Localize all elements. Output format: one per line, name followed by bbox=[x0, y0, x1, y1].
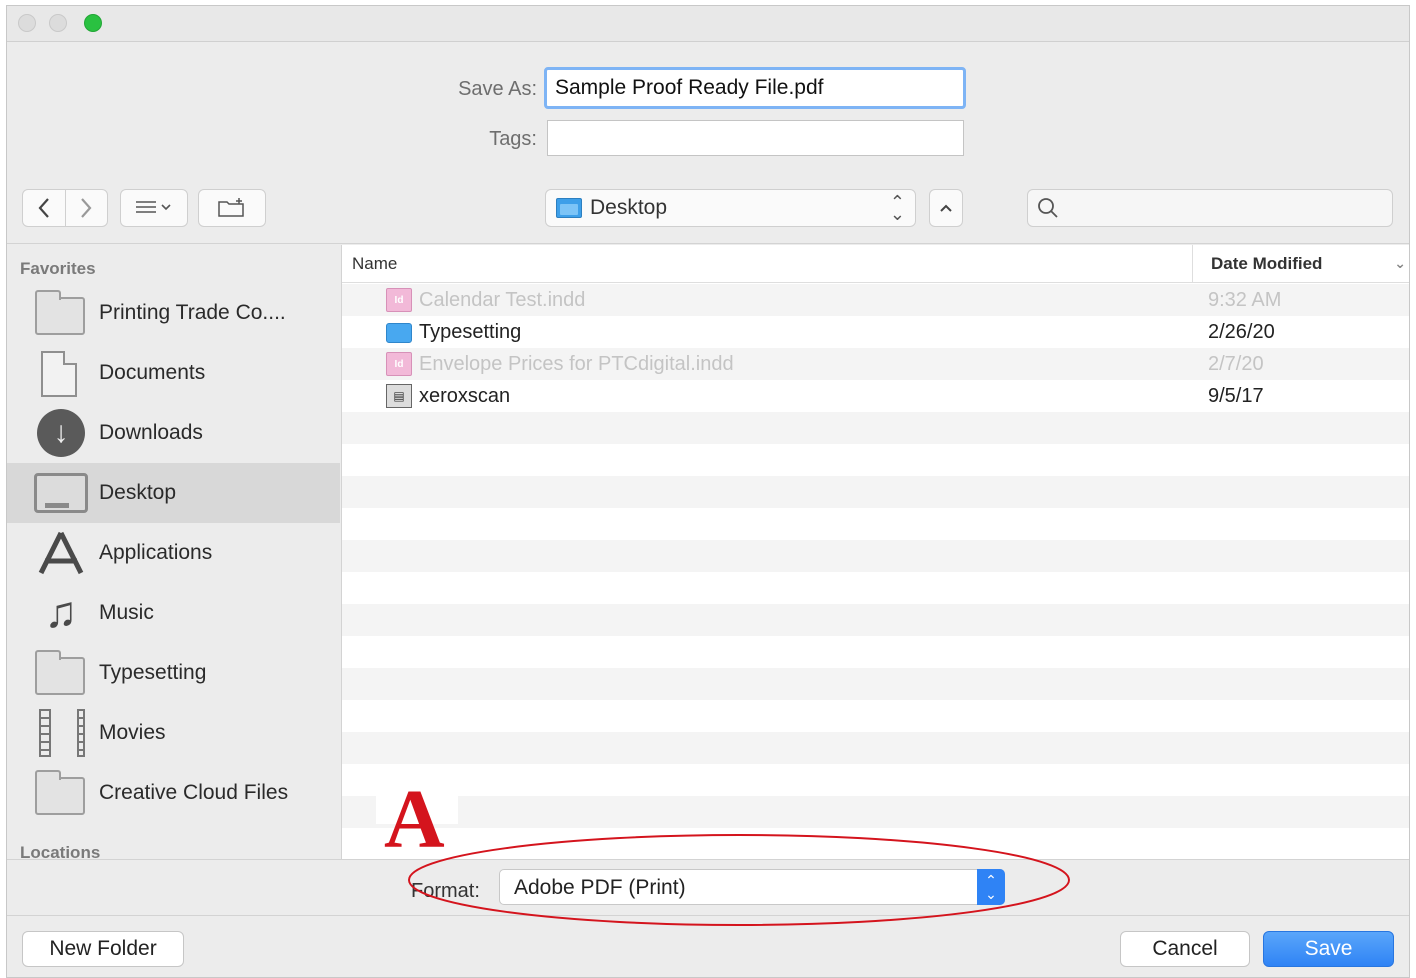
folder-icon bbox=[35, 770, 85, 815]
sidebar-item-typesetting[interactable]: Typesetting bbox=[7, 643, 340, 703]
file-name: Calendar Test.indd bbox=[419, 289, 586, 311]
file-date: 9/5/17 bbox=[1208, 385, 1264, 407]
indesign-file-icon: Id bbox=[386, 352, 412, 376]
chevron-right-icon bbox=[81, 198, 92, 218]
sidebar-item-label: Applications bbox=[99, 541, 213, 564]
empty-row bbox=[342, 604, 1409, 636]
music-note-icon: ♫ bbox=[44, 588, 78, 637]
desktop-icon bbox=[34, 473, 88, 513]
column-header-date-modified[interactable]: Date Modified ⌄ bbox=[1192, 245, 1409, 283]
download-icon: ↓ bbox=[37, 409, 85, 457]
table-row[interactable]: Id Calendar Test.indd 9:32 AM bbox=[342, 284, 1409, 316]
sidebar-item-applications[interactable]: Applications bbox=[7, 523, 340, 583]
location-label: Desktop bbox=[590, 196, 668, 219]
sidebar-item-creative-cloud[interactable]: Creative Cloud Files bbox=[7, 763, 340, 823]
file-name: Envelope Prices for PTCdigital.indd bbox=[419, 353, 734, 375]
new-folder-button[interactable]: New Folder bbox=[22, 931, 184, 967]
sidebar: Favorites Printing Trade Co.... Document… bbox=[7, 245, 340, 859]
location-popup[interactable]: Desktop ⌃ ⌄ bbox=[545, 189, 916, 227]
file-date: 9:32 AM bbox=[1208, 289, 1282, 311]
sidebar-item-label: Printing Trade Co.... bbox=[99, 301, 286, 324]
file-name: Typesetting bbox=[419, 321, 522, 343]
minimize-window-button[interactable] bbox=[49, 14, 67, 32]
locations-header: Locations bbox=[20, 843, 101, 859]
sidebar-item-printing-trade[interactable]: Printing Trade Co.... bbox=[7, 283, 340, 343]
table-row[interactable]: Typesetting 2/26/20 bbox=[342, 316, 1409, 348]
collapse-dialog-button[interactable] bbox=[929, 189, 963, 227]
back-button[interactable] bbox=[23, 189, 65, 227]
sidebar-item-label: Typesetting bbox=[99, 661, 207, 684]
folder-icon bbox=[35, 650, 85, 695]
close-window-button[interactable] bbox=[18, 14, 36, 32]
film-icon bbox=[39, 709, 85, 757]
empty-row bbox=[342, 732, 1409, 764]
forward-button[interactable] bbox=[65, 189, 107, 227]
empty-row bbox=[342, 764, 1409, 796]
file-date: 2/7/20 bbox=[1208, 353, 1264, 375]
file-rows: Id Calendar Test.indd 9:32 AM Typesettin… bbox=[342, 284, 1409, 859]
list-view-icon bbox=[136, 201, 171, 213]
list-header: Name Date Modified ⌄ bbox=[342, 245, 1409, 283]
sidebar-item-label: Creative Cloud Files bbox=[99, 781, 289, 804]
scanner-app-icon: ▤ bbox=[386, 384, 412, 408]
empty-row bbox=[342, 572, 1409, 604]
sidebar-item-label: Music bbox=[99, 601, 154, 624]
column-header-name[interactable]: Name bbox=[352, 254, 397, 274]
view-options-button[interactable] bbox=[120, 189, 188, 227]
empty-row bbox=[342, 444, 1409, 476]
empty-row bbox=[342, 540, 1409, 572]
empty-row bbox=[342, 636, 1409, 668]
favorites-header: Favorites bbox=[20, 259, 96, 278]
applications-icon bbox=[35, 531, 87, 575]
tags-input[interactable] bbox=[547, 120, 964, 156]
file-list: Name Date Modified ⌄ Id Calendar Test.in… bbox=[341, 245, 1409, 859]
sidebar-item-label: Movies bbox=[99, 721, 166, 744]
sidebar-item-music[interactable]: ♫ Music bbox=[7, 583, 340, 643]
document-icon bbox=[41, 351, 77, 397]
file-date: 2/26/20 bbox=[1208, 321, 1275, 343]
sidebar-item-documents[interactable]: Documents bbox=[7, 343, 340, 403]
sidebar-item-downloads[interactable]: ↓ Downloads bbox=[7, 403, 340, 463]
table-row[interactable]: ▤ xeroxscan 9/5/17 bbox=[342, 380, 1409, 412]
up-down-arrows-icon: ⌃ ⌄ bbox=[889, 192, 905, 224]
navigation-buttons bbox=[22, 189, 108, 227]
chevron-left-icon bbox=[38, 198, 49, 218]
empty-row bbox=[342, 668, 1409, 700]
sidebar-item-movies[interactable]: Movies bbox=[7, 703, 340, 763]
zoom-window-button[interactable] bbox=[84, 14, 102, 32]
cancel-button[interactable]: Cancel bbox=[1120, 931, 1250, 967]
empty-row bbox=[342, 796, 1409, 828]
tags-label: Tags: bbox=[489, 128, 537, 150]
toolbar: Desktop ⌃ ⌄ bbox=[7, 176, 1409, 244]
search-input[interactable] bbox=[1027, 189, 1393, 227]
search-icon bbox=[1038, 198, 1058, 218]
save-as-input[interactable] bbox=[544, 67, 966, 109]
empty-row bbox=[342, 508, 1409, 540]
annotation-ellipse bbox=[408, 834, 1070, 926]
save-button[interactable]: Save bbox=[1263, 931, 1394, 967]
folder-icon bbox=[556, 198, 582, 218]
indesign-file-icon: Id bbox=[386, 288, 412, 312]
folder-icon bbox=[35, 290, 85, 335]
empty-row bbox=[342, 700, 1409, 732]
chevron-up-icon bbox=[940, 204, 952, 212]
folder-icon bbox=[386, 323, 412, 343]
sidebar-item-desktop[interactable]: Desktop bbox=[7, 463, 340, 523]
title-bar bbox=[7, 6, 1409, 42]
folder-plus-icon bbox=[218, 198, 244, 217]
table-row[interactable]: Id Envelope Prices for PTCdigital.indd 2… bbox=[342, 348, 1409, 380]
new-folder-toolbar-button[interactable] bbox=[198, 189, 266, 227]
empty-row bbox=[342, 476, 1409, 508]
empty-row bbox=[342, 412, 1409, 444]
chevron-down-icon: ⌄ bbox=[1394, 255, 1406, 271]
sidebar-item-label: Downloads bbox=[99, 421, 203, 444]
column-header-date-label: Date Modified bbox=[1211, 254, 1323, 273]
sidebar-item-label: Desktop bbox=[99, 481, 177, 504]
save-as-label: Save As: bbox=[458, 78, 537, 100]
sidebar-item-label: Documents bbox=[99, 361, 206, 384]
file-name: xeroxscan bbox=[419, 385, 511, 407]
